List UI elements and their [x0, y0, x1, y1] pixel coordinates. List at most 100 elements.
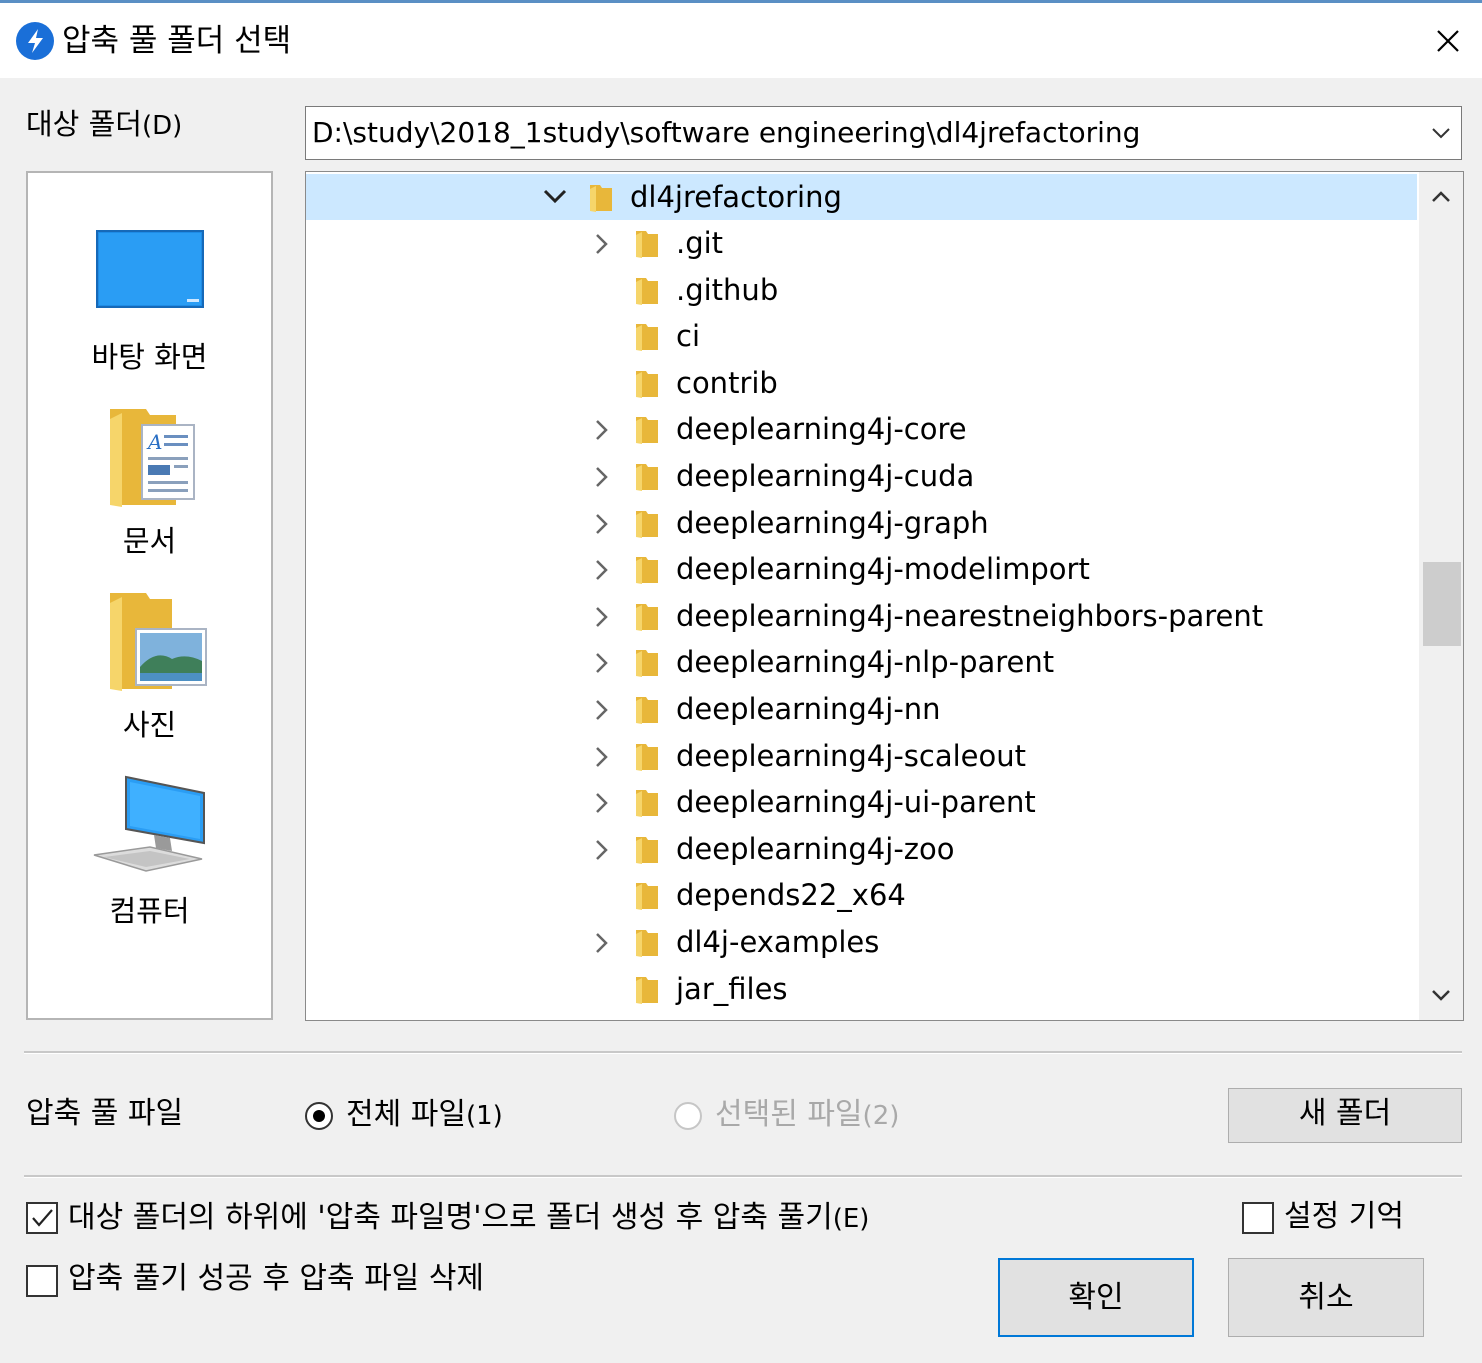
create-subfolder-label[interactable]: 대상 폴더의 하위에 '압축 파일명'으로 폴더 생성 후 압축 풀기(E)	[68, 1198, 869, 1239]
folder-icon	[636, 977, 658, 1004]
chevron-right-icon[interactable]	[594, 232, 610, 256]
folder-icon	[636, 231, 658, 258]
pictures-icon	[110, 593, 207, 691]
scrollbar-thumb[interactable]	[1423, 562, 1461, 646]
svg-text:A: A	[146, 430, 162, 454]
chevron-right-icon[interactable]	[594, 512, 610, 536]
folder-icon	[636, 883, 658, 910]
folder-icon	[636, 650, 658, 677]
ok-button[interactable]: 확인	[998, 1258, 1194, 1337]
tree-row[interactable]: .git	[306, 220, 1417, 266]
title-bar-accent	[0, 0, 1482, 3]
tree-item-name: deeplearning4j-graph	[676, 506, 989, 540]
chevron-right-icon[interactable]	[594, 745, 610, 769]
separator	[24, 1175, 1462, 1178]
tree-row[interactable]: .github	[306, 267, 1417, 313]
tree-row[interactable]: deeplearning4j-modelimport	[306, 546, 1417, 592]
folder-icon	[636, 511, 658, 538]
tree-item-name: deeplearning4j-ui-parent	[676, 785, 1036, 819]
chevron-right-icon[interactable]	[594, 931, 610, 955]
tree-item-name: deeplearning4j-nearestneighbors-parent	[676, 599, 1264, 633]
place-label: 문서	[122, 524, 177, 558]
places-sidebar: 바탕 화면 A 문서 사진 컴퓨터	[26, 171, 273, 1020]
folder-icon	[636, 697, 658, 724]
tree-item-name: dl4jrefactoring	[630, 180, 842, 214]
tree-row[interactable]: deeplearning4j-cuda	[306, 453, 1417, 499]
tree-vertical-scrollbar[interactable]	[1419, 172, 1463, 1020]
chevron-down-icon[interactable]	[1429, 121, 1453, 145]
tree-item-name: ci	[676, 319, 701, 353]
create-subfolder-checkbox[interactable]	[26, 1202, 58, 1234]
chevron-down-icon[interactable]	[542, 188, 568, 206]
tree-item-name: deeplearning4j-cuda	[676, 459, 975, 493]
chevron-right-icon[interactable]	[594, 558, 610, 582]
tree-item-name: dl4j-examples	[676, 925, 880, 959]
folder-icon	[636, 371, 658, 398]
radio-all-files[interactable]	[305, 1102, 333, 1130]
cancel-button[interactable]: 취소	[1228, 1258, 1424, 1337]
title-bar: 압축 풀 폴더 선택	[0, 0, 1482, 78]
tree-row[interactable]: deeplearning4j-ui-parent	[306, 779, 1417, 825]
delete-after-checkbox[interactable]	[26, 1265, 58, 1297]
place-label: 사진	[122, 708, 177, 742]
new-folder-button[interactable]: 새 폴더	[1228, 1088, 1462, 1143]
folder-tree[interactable]: dl4jrefactoring .git .github ci contrib deep…	[305, 171, 1464, 1021]
place-label: 컴퓨터	[109, 894, 190, 928]
tree-item-name: .git	[676, 226, 724, 260]
close-icon	[1437, 30, 1459, 52]
place-label: 바탕 화면	[91, 340, 208, 374]
chevron-right-icon[interactable]	[594, 418, 610, 442]
folder-icon	[636, 930, 658, 957]
folder-icon	[636, 744, 658, 771]
folder-icon	[636, 790, 658, 817]
tree-row[interactable]: deeplearning4j-nlp-parent	[306, 639, 1417, 685]
folder-icon	[636, 278, 658, 305]
close-button[interactable]	[1420, 18, 1476, 64]
tree-row[interactable]: deeplearning4j-graph	[306, 500, 1417, 546]
radio-all-files-label[interactable]: 전체 파일(1)	[346, 1095, 503, 1136]
computer-icon	[93, 775, 205, 872]
tree-item-name: deeplearning4j-scaleout	[676, 739, 1026, 773]
tree-row[interactable]: dl4j-examples	[306, 919, 1417, 965]
tree-row[interactable]: deeplearning4j-core	[306, 406, 1417, 452]
scroll-down-arrow-icon[interactable]	[1430, 986, 1452, 1004]
remember-settings-checkbox[interactable]	[1242, 1202, 1274, 1234]
chevron-right-icon[interactable]	[594, 838, 610, 862]
delete-after-label[interactable]: 압축 풀기 성공 후 압축 파일 삭제	[68, 1259, 484, 1299]
folder-icon	[636, 557, 658, 584]
tree-row[interactable]: contrib	[306, 360, 1417, 406]
tree-item-name: deeplearning4j-core	[676, 412, 967, 446]
tree-row[interactable]: deeplearning4j-nearestneighbors-parent	[306, 593, 1417, 639]
tree-item-name: .github	[676, 273, 779, 307]
chevron-right-icon[interactable]	[594, 605, 610, 629]
documents-icon: A	[110, 409, 195, 507]
chevron-right-icon[interactable]	[594, 791, 610, 815]
radio-selected-files-label[interactable]: 선택된 파일(2)	[715, 1095, 899, 1136]
chevron-right-icon[interactable]	[594, 651, 610, 675]
checkmark-icon	[32, 1209, 53, 1227]
tree-item-name: depends22_x64	[676, 878, 906, 912]
target-folder-label: 대상 폴더(D)	[26, 107, 183, 141]
remember-settings-label[interactable]: 설정 기억	[1284, 1197, 1404, 1237]
chevron-right-icon[interactable]	[594, 698, 610, 722]
tree-item-name: jar_files	[676, 972, 788, 1006]
separator	[24, 1051, 1462, 1054]
window-title: 압축 풀 폴더 선택	[62, 23, 292, 59]
tree-item-name: deeplearning4j-zoo	[676, 832, 955, 866]
folder-icon	[636, 324, 658, 351]
tree-row[interactable]: jar_files	[306, 966, 1417, 1012]
chevron-right-icon[interactable]	[594, 465, 610, 489]
tree-row-selected[interactable]: dl4jrefactoring	[306, 174, 1417, 220]
tree-row[interactable]: deeplearning4j-zoo	[306, 826, 1417, 872]
radio-selected-files[interactable]	[674, 1102, 702, 1130]
scroll-up-arrow-icon[interactable]	[1430, 188, 1452, 206]
tree-row[interactable]: deeplearning4j-nn	[306, 686, 1417, 732]
extract-files-label: 압축 풀 파일	[26, 1096, 184, 1131]
tree-row[interactable]: ci	[306, 313, 1417, 359]
tree-row[interactable]: deeplearning4j-scaleout	[306, 733, 1417, 779]
tree-row[interactable]: depends22_x64	[306, 872, 1417, 918]
target-folder-combo[interactable]: D:\study\2018_1study\software engineerin…	[305, 106, 1462, 160]
bandizip-app-icon	[16, 22, 54, 60]
desktop-icon	[96, 230, 204, 308]
target-folder-path[interactable]: D:\study\2018_1study\software engineerin…	[312, 113, 1140, 153]
